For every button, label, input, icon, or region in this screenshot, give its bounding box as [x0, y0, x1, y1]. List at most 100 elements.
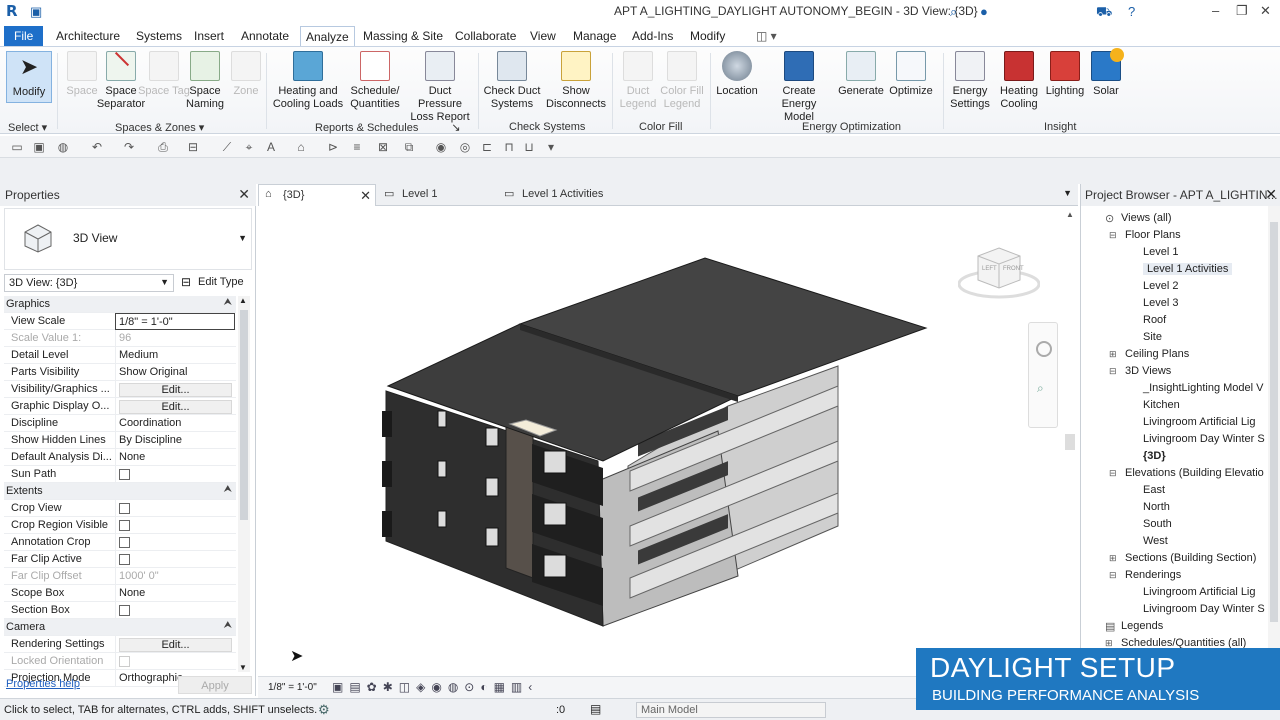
property-value[interactable]: Edit... — [115, 381, 235, 398]
section-icon[interactable]: ⊳ — [326, 140, 340, 154]
help-icon[interactable]: ? — [1128, 4, 1135, 19]
browser-item[interactable]: Ceiling Plans — [1125, 348, 1189, 360]
type-selector[interactable]: 3D View ▼ — [4, 208, 252, 270]
browser-item[interactable]: 3D Views — [1125, 365, 1171, 377]
schedule-quantities-button[interactable]: Schedule/ Quantities — [346, 51, 404, 111]
property-row[interactable]: Sun Path — [4, 466, 236, 483]
tab-manage[interactable]: Manage — [569, 28, 620, 44]
property-row[interactable]: Visibility/Graphics ... Edit... — [4, 381, 236, 398]
property-row[interactable]: Graphic Display O... Edit... — [4, 398, 236, 415]
close-icon[interactable]: ✕ — [1265, 186, 1277, 203]
browser-item[interactable]: Level 1 — [1143, 246, 1178, 258]
checkbox[interactable] — [119, 537, 130, 548]
scroll-thumb[interactable] — [1065, 434, 1075, 450]
revit-logo-icon[interactable]: R — [6, 2, 22, 20]
tab-level-1[interactable]: ▭ Level 1 — [378, 184, 496, 206]
collapse-icon[interactable]: ⮝ — [224, 297, 233, 308]
save-icon[interactable]: ▣ — [32, 140, 46, 154]
customize-qat-icon[interactable]: ▾ — [544, 140, 558, 154]
browser-item[interactable]: Legends — [1121, 620, 1163, 632]
property-row[interactable]: Crop View — [4, 500, 236, 517]
duct-pressure-loss-button[interactable]: Duct Pressure Loss Report — [406, 51, 474, 124]
optimize-button[interactable]: Optimize — [881, 51, 941, 98]
building-3d-model[interactable] — [258, 206, 1078, 676]
checkbox[interactable] — [119, 503, 130, 514]
close-window-button[interactable]: ✕ — [1260, 3, 1271, 19]
browser-item[interactable]: Roof — [1143, 314, 1166, 326]
heating-cooling-loads-button[interactable]: Heating and Cooling Loads — [272, 51, 344, 111]
tab-collaborate[interactable]: Collaborate — [451, 28, 520, 44]
tab-level-1-activities[interactable]: ▭ Level 1 Activities — [498, 184, 638, 206]
browser-item[interactable]: Livingroom Day Winter S — [1143, 603, 1265, 615]
edit-button[interactable]: Edit... — [119, 400, 232, 414]
property-category[interactable]: Extents ⮝ — [4, 483, 236, 500]
apply-button[interactable]: Apply — [178, 676, 252, 694]
solar-button[interactable]: Solar — [1076, 48, 1136, 98]
collapse-icon[interactable]: ⊟ — [1109, 468, 1117, 479]
navigation-bar[interactable]: ⌕ — [1028, 322, 1058, 428]
app-menu-icon[interactable]: ▣ — [30, 4, 42, 20]
property-row[interactable]: View Scale 1/8" = 1'-0" — [4, 313, 236, 330]
browser-item[interactable]: Livingroom Artificial Lig — [1143, 586, 1256, 598]
print-icon[interactable]: ⎙ — [156, 140, 170, 154]
view-control-icons[interactable]: ▣▤✿✱◫◈◉◍⊙◐▦▥‹ — [332, 680, 538, 694]
collapse-icon[interactable]: ⮝ — [224, 620, 233, 631]
browser-item[interactable]: {3D} — [1143, 450, 1166, 462]
scroll-thumb[interactable] — [1270, 222, 1278, 622]
restore-button[interactable]: ❐ — [1236, 3, 1248, 19]
browser-item[interactable]: Livingroom Day Winter S — [1143, 433, 1265, 445]
worksets-icon[interactable]: ⚙ — [318, 702, 330, 718]
scroll-up-icon[interactable]: ▲ — [239, 296, 247, 305]
properties-scrollbar[interactable]: ▲ ▼ — [238, 296, 250, 672]
property-value[interactable]: Show Original — [115, 364, 235, 381]
design-option-select[interactable]: Main Model — [636, 702, 826, 718]
view-cube[interactable]: LEFT FRONT — [957, 244, 1041, 302]
property-row[interactable]: Detail Level Medium — [4, 347, 236, 364]
check-duct-systems-button[interactable]: Check Duct Systems — [482, 51, 542, 111]
scroll-up-icon[interactable]: ▲ — [1066, 210, 1074, 219]
tab-insert[interactable]: Insert — [190, 28, 228, 44]
tag-icon[interactable]: ⌖ — [242, 140, 256, 154]
collapse-icon[interactable]: ⊟ — [1109, 366, 1117, 377]
measure-icon[interactable]: ⊟ — [186, 140, 200, 154]
view-scale[interactable]: 1/8" = 1'-0" — [268, 682, 317, 693]
property-row[interactable]: Annotation Crop — [4, 534, 236, 551]
browser-item[interactable]: Level 2 — [1143, 280, 1178, 292]
browser-item[interactable]: Level 3 — [1143, 297, 1178, 309]
edit-button[interactable]: Edit... — [119, 638, 232, 652]
edit-type-button[interactable]: ⊟ Edit Type — [178, 274, 252, 292]
property-row[interactable]: Discipline Coordination — [4, 415, 236, 432]
property-row[interactable]: Section Box — [4, 602, 236, 619]
instance-selector[interactable]: 3D View: {3D} ▼ — [4, 274, 174, 292]
expand-icon[interactable]: ⊞ — [1109, 349, 1117, 360]
property-value[interactable] — [115, 602, 235, 619]
property-value[interactable]: 1/8" = 1'-0" — [115, 313, 235, 330]
text-icon[interactable]: A — [264, 140, 278, 154]
steering-wheel-icon[interactable] — [1036, 341, 1052, 357]
zoom-icon[interactable]: ⌕ — [1037, 381, 1044, 396]
property-row[interactable]: Scale Value 1: 96 — [4, 330, 236, 347]
thin-lines-icon[interactable]: ≡ — [350, 140, 364, 154]
property-value[interactable]: Coordination — [115, 415, 235, 432]
design-options-icon[interactable]: ⊓ — [502, 140, 516, 154]
drawing-area[interactable]: LEFT FRONT ⌕ ▲ ➤ — [258, 206, 1078, 676]
tab-modify[interactable]: Modify — [686, 28, 729, 44]
checkbox[interactable] — [119, 469, 130, 480]
zone-button[interactable]: Zone — [216, 51, 276, 98]
redo-icon[interactable]: ↷ — [122, 140, 136, 154]
property-value[interactable]: Medium — [115, 347, 235, 364]
browser-item[interactable]: Sections (Building Section) — [1125, 552, 1256, 564]
property-value[interactable]: Edit... — [115, 398, 235, 415]
tab-file[interactable]: File — [4, 26, 44, 46]
checkbox[interactable] — [119, 656, 130, 667]
property-value[interactable]: Edit... — [115, 636, 235, 653]
browser-item[interactable]: Renderings — [1125, 569, 1181, 581]
sync-icon[interactable]: ◍ — [56, 140, 70, 154]
filter-icon[interactable]: ⊔ — [522, 140, 536, 154]
property-value[interactable]: None — [115, 585, 235, 602]
close-tab-icon[interactable]: ✕ — [360, 188, 371, 204]
tab-massing-site[interactable]: Massing & Site — [359, 28, 447, 44]
browser-scrollbar[interactable] — [1268, 206, 1280, 650]
tab-list-dropdown-icon[interactable]: ▼ — [1063, 188, 1072, 198]
browser-item[interactable]: Livingroom Artificial Lig — [1143, 416, 1256, 428]
